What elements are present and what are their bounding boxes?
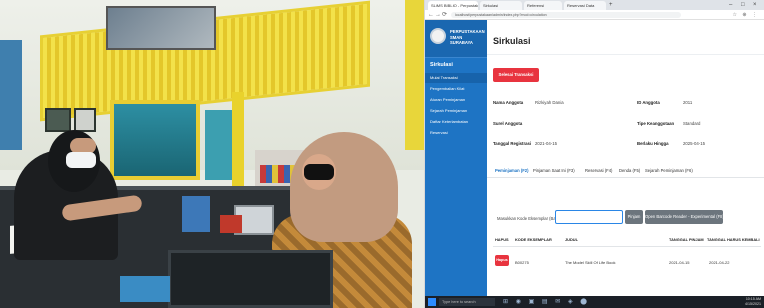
sidebar-item-daftar-keterlambatan[interactable]: Daftar Keterlambatan (425, 117, 487, 127)
visitor-mask (66, 152, 96, 168)
table-header: KODE EKSEMPLAR (515, 237, 552, 242)
minimize-button[interactable]: – (729, 1, 732, 9)
table-header: HAPUS (495, 237, 509, 242)
brand-title: PERPUSTAKAAN SMAN SURABAYA (450, 29, 485, 45)
extension-icons[interactable]: ☆ ⊕ ⋮ (733, 12, 759, 18)
tab-sejarah-peminjaman[interactable]: Sejarah Peminjaman (F6) (645, 168, 693, 173)
address-bar[interactable]: localhost/perpustakaan/admin/index.php?m… (451, 12, 681, 18)
delete-loan-button[interactable]: Hapus (495, 255, 509, 266)
sidebar-item-pengembalian-kilat[interactable]: Pengembalian Kilat (425, 84, 487, 94)
loan-date-cell: 2021-04-15 (669, 260, 690, 265)
tab-reservasi[interactable]: Reservasi (F4) (585, 168, 612, 173)
yellow-window-frame (405, 0, 424, 150)
library-logo-icon (430, 28, 446, 44)
item-title-cell: The Model Skill Of Life Book (565, 260, 616, 265)
taskbar-search[interactable]: Type here to search (439, 298, 495, 306)
table-header: TANGGAL HARUS KEMBALI (707, 237, 760, 242)
barcode-input[interactable] (555, 210, 623, 224)
wall-frame (74, 108, 96, 132)
start-icon[interactable] (428, 298, 436, 306)
member-type-label: Tipe Keanggotaan (637, 121, 675, 126)
windows-taskbar: Type here to search ⊞ ◉ ▣ ▤ ✉ ◈ ⬤ 10:15 … (425, 296, 764, 308)
sidebar-section-title: Sirkulasi (430, 62, 453, 68)
page-title: Sirkulasi (493, 36, 531, 46)
librarian-hijab (290, 132, 398, 242)
table-header: TANGGAL PINJAM (669, 237, 704, 242)
sidebar-item-reservasi[interactable]: Reservasi (425, 128, 487, 138)
tab-peminjaman[interactable]: Peminjaman (F2) (495, 168, 529, 173)
item-code-cell: B00275 (515, 260, 529, 265)
maximize-button[interactable]: □ (741, 1, 745, 9)
member-id-value: 2011 (683, 100, 693, 105)
due-date-cell: 2021-04-22 (709, 260, 730, 265)
browser-toolbar: ← → ⟳ localhost/perpustakaan/admin/index… (425, 10, 764, 20)
divider (487, 54, 764, 55)
reload-icon[interactable]: ⟳ (442, 11, 447, 19)
tab-denda[interactable]: Denda (F5) (619, 168, 640, 173)
sidebar-item-sejarah-peminjaman[interactable]: Sejarah Peminjaman (425, 106, 487, 116)
blue-wall (0, 40, 22, 150)
wall-poster (106, 6, 216, 50)
window-door (110, 100, 200, 180)
expire-date-label: Berlaku Hingga (637, 141, 669, 146)
browser-tab[interactable]: Reservasi Data (564, 1, 606, 10)
sidebar-item-mulai-transaksi[interactable]: Mulai Transaksi (425, 73, 487, 83)
finish-transaction-button[interactable]: Selesai Transaksi (Esc) (493, 68, 539, 91)
red-book (220, 215, 242, 233)
library-counter-photo (0, 0, 424, 308)
wall-frame (45, 108, 71, 132)
blue-container (182, 196, 210, 232)
blue-item (120, 276, 170, 302)
computer-monitor (168, 250, 333, 308)
register-date-label: Tanggal Registrasi (493, 141, 532, 146)
divider (493, 246, 761, 247)
clock-date: 4/15/2021 (745, 302, 761, 306)
sidebar: PERPUSTAKAAN SMAN SURABAYA Sirkulasi Mul… (425, 20, 487, 296)
member-type-value: Standard (683, 121, 701, 126)
forward-icon[interactable]: → (435, 11, 441, 19)
close-window-button[interactable]: × (753, 1, 757, 9)
sidebar-item-aturan-peminjaman[interactable]: Aturan Peminjaman (425, 95, 487, 105)
circulation-tabs: Peminjaman (F2) Pinjaman Saat Ini (F3) R… (487, 166, 764, 178)
taskbar-app-icons[interactable]: ⊞ ◉ ▣ ▤ ✉ ◈ ⬤ (503, 297, 590, 307)
taskbar-clock: 10:15 AM 4/15/2021 (745, 297, 761, 307)
main-content: Sirkulasi Selesai Transaksi (Esc) Nama A… (487, 20, 764, 296)
sidebar-brand: PERPUSTAKAAN SMAN SURABAYA (425, 20, 487, 58)
browser-tab[interactable]: SLiMS BIBLIO - Perpustakaan (428, 1, 478, 10)
register-date-value: 2021-04-15 (535, 141, 557, 146)
circulation-screen: SLiMS BIBLIO - Perpustakaan Sirkulasi Re… (424, 0, 764, 308)
table-header: JUDUL (565, 237, 578, 242)
back-icon[interactable]: ← (428, 11, 434, 19)
barcode-reader-button[interactable]: Open Barcode Reader - Experimental (F8) (645, 210, 724, 224)
member-name-label: Nama Anggota (493, 100, 524, 105)
expire-date-value: 2025-04-15 (683, 141, 705, 146)
lend-button[interactable]: Pinjam (625, 210, 643, 224)
browser-tab[interactable]: Sirkulasi (480, 1, 522, 10)
browser-tab-strip: SLiMS BIBLIO - Perpustakaan Sirkulasi Re… (425, 0, 764, 10)
tab-pinjaman-saat-ini[interactable]: Pinjaman Saat Ini (F3) (533, 168, 575, 173)
new-tab-button[interactable]: + (609, 1, 613, 9)
member-id-label: ID Anggota (637, 100, 660, 105)
librarian-mask (304, 164, 334, 180)
member-email-label: Surel Anggota (493, 121, 523, 126)
browser-tab[interactable]: Referensi (524, 1, 562, 10)
window-door (205, 110, 235, 180)
member-name-value: Rizkiyah Dania (535, 100, 564, 105)
